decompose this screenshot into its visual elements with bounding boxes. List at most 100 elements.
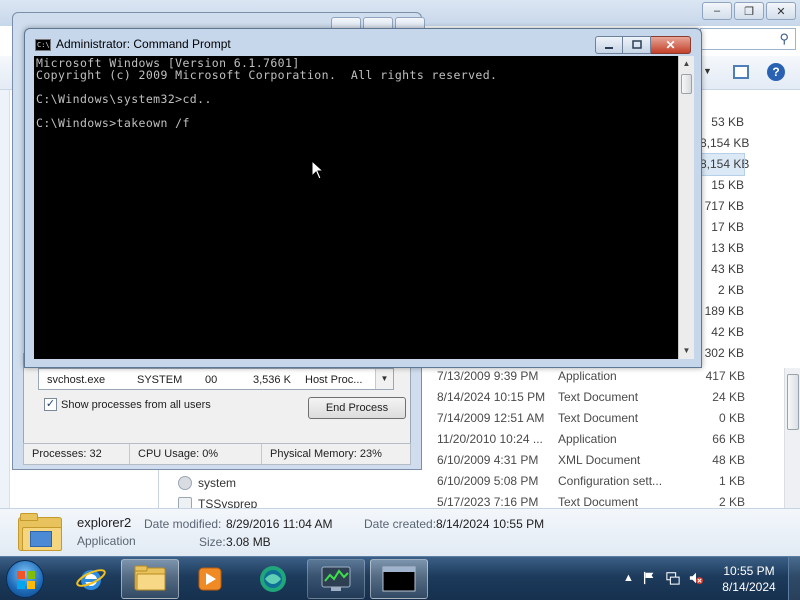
scrollbar-thumb[interactable]	[681, 74, 692, 94]
cmd-titlebar[interactable]: C:\ Administrator: Command Prompt ✕	[25, 29, 701, 57]
scroll-down-icon[interactable]: ▼	[679, 343, 694, 359]
console-scrollbar[interactable]: ▲ ▼	[678, 56, 694, 359]
start-button[interactable]	[6, 560, 44, 598]
taskbar-task-manager[interactable]	[307, 559, 365, 599]
size-cell-selected[interactable]: 8,154 KB	[699, 153, 749, 176]
taskbar-media-player[interactable]	[181, 559, 239, 599]
process-description-cell: Host Proc...	[305, 374, 363, 386]
explorer-scrollbar[interactable]	[784, 368, 800, 508]
scroll-down-icon[interactable]: ▼	[375, 369, 393, 389]
show-all-processes-checkbox[interactable]: ✓ Show processes from all users	[44, 398, 211, 411]
process-list[interactable]: svchost.exe SYSTEM 00 3,536 K Host Proc.…	[38, 368, 394, 390]
date-cell: 6/10/2009 4:31 PM	[437, 453, 539, 467]
maximize-button[interactable]	[623, 36, 651, 54]
checkbox-label: Show processes from all users	[61, 398, 211, 411]
scroll-up-icon[interactable]: ▲	[679, 56, 694, 72]
folder-icon	[18, 513, 64, 553]
minimize-icon[interactable]: –	[702, 2, 732, 20]
status-physical-memory: Physical Memory: 23%	[270, 448, 382, 460]
network-icon[interactable]	[665, 571, 681, 585]
taskbar-windows-explorer[interactable]	[121, 559, 179, 599]
taskbar-command-prompt[interactable]	[370, 559, 428, 599]
command-prompt-window: C:\ Administrator: Command Prompt ✕ Micr…	[24, 28, 702, 368]
type-cell: XML Document	[558, 453, 641, 467]
mouse-pointer-icon	[311, 160, 325, 180]
end-process-button[interactable]: End Process	[308, 397, 406, 419]
list-item[interactable]: system	[178, 472, 408, 493]
process-name-cell: svchost.exe	[47, 374, 106, 386]
size-column: 53 KB 8,154 KB 8,154 KB 15 KB 717 KB 17 …	[699, 112, 750, 364]
date-cell: 7/13/2009 9:39 PM	[437, 369, 539, 383]
date-cell: 8/14/2024 10:15 PM	[437, 390, 546, 404]
details-created-label: Date created:	[364, 517, 437, 531]
size-cell: 1 KB	[718, 474, 745, 488]
file-row[interactable]: 11/20/2010 10:24 ... Application 66 KB	[437, 429, 747, 450]
console-output[interactable]: Microsoft Windows [Version 6.1.7601] Cop…	[34, 56, 678, 359]
volume-muted-icon[interactable]	[688, 571, 704, 585]
size-cell: 42 KB	[711, 325, 744, 339]
search-input[interactable]: ⚲	[700, 28, 796, 50]
internet-explorer-icon	[76, 569, 106, 590]
minimize-button[interactable]	[595, 36, 623, 54]
console-line: C:\Windows>takeown /f	[36, 116, 190, 130]
view-options-dropdown-icon[interactable]: ▼	[703, 66, 712, 76]
taskbar-internet-explorer[interactable]	[62, 559, 120, 599]
system-clock[interactable]: 10:55 PM 8/14/2024	[712, 563, 786, 595]
maximize-icon	[631, 40, 642, 49]
scrollbar-thumb[interactable]	[787, 374, 799, 430]
size-cell: 48 KB	[712, 453, 745, 467]
preview-pane-icon[interactable]	[733, 65, 749, 79]
size-cell: 417 KB	[705, 369, 745, 383]
command-prompt-icon	[382, 566, 416, 592]
window-title: Administrator: Command Prompt	[56, 37, 231, 51]
action-center-flag-icon[interactable]	[642, 571, 656, 585]
size-cell: 302 KB	[704, 346, 744, 360]
notification-area: ▲ 10:55 PM 8/14/2024	[620, 557, 800, 600]
size-cell: 189 KB	[704, 304, 744, 318]
close-button[interactable]: ✕	[651, 36, 691, 54]
media-player-icon	[198, 567, 222, 591]
search-icon[interactable]: ⚲	[779, 31, 789, 47]
file-row[interactable]: 8/14/2024 10:15 PM Text Document 24 KB	[437, 387, 747, 408]
details-file-name: explorer2	[77, 515, 132, 530]
command-prompt-icon[interactable]: C:\	[35, 39, 51, 51]
cmd-window-buttons: ✕	[595, 36, 691, 54]
process-user-cell: SYSTEM	[137, 374, 183, 386]
taskbar-browser[interactable]	[244, 559, 302, 599]
help-icon[interactable]: ?	[767, 63, 785, 81]
status-processes: Processes: 32	[24, 444, 130, 464]
explorer-window-buttons: – ❐ ✕	[702, 2, 796, 20]
checkbox-checked-icon[interactable]: ✓	[44, 398, 57, 411]
type-cell: Configuration sett...	[558, 474, 663, 488]
console-line: Copyright (c) 2009 Microsoft Corporation…	[36, 68, 498, 82]
clock-date: 8/14/2024	[722, 580, 776, 594]
console-line: C:\Windows\system32>cd..	[36, 92, 212, 106]
process-cpu-cell: 00	[205, 374, 218, 386]
details-created-value: 8/14/2024 10:55 PM	[436, 517, 545, 531]
file-row[interactable]: 7/14/2009 12:51 AM Text Document 0 KB	[437, 408, 747, 429]
file-row[interactable]: 6/10/2009 4:31 PM XML Document 48 KB	[437, 450, 747, 471]
task-manager-icon	[321, 566, 351, 591]
list-item-label: system	[198, 475, 237, 490]
windows-logo-icon	[17, 571, 35, 589]
close-icon[interactable]: ✕	[766, 2, 796, 20]
date-cell: 7/14/2009 12:51 AM	[437, 411, 545, 425]
process-memory-cell: 3,536 K	[253, 374, 291, 386]
date-cell: 6/10/2009 5:08 PM	[437, 474, 539, 488]
status-cpu-usage: CPU Usage: 0%	[130, 444, 262, 464]
details-modified-label: Date modified:	[144, 517, 222, 531]
file-row[interactable]: 7/13/2009 9:39 PM Application 417 KB	[437, 366, 747, 387]
table-row[interactable]: svchost.exe SYSTEM 00 3,536 K Host Proc.…	[39, 371, 379, 389]
show-hidden-icons-icon[interactable]: ▲	[623, 572, 634, 586]
restore-icon[interactable]: ❐	[734, 2, 764, 20]
details-size-value: 3.08 MB	[226, 535, 271, 549]
show-desktop-button[interactable]	[788, 557, 800, 600]
taskbar: ▲ 10:55 PM 8/14/2024	[0, 556, 800, 600]
size-cell: 717 KB	[704, 199, 744, 213]
type-cell: Application	[558, 432, 617, 446]
size-cell: 53 KB	[711, 115, 744, 129]
file-row[interactable]: 6/10/2009 5:08 PM Configuration sett... …	[437, 471, 747, 492]
file-list: 7/13/2009 9:39 PM Application 417 KB 8/1…	[437, 366, 747, 513]
size-cell: 8,154 KB	[700, 136, 750, 150]
size-cell: 66 KB	[712, 432, 745, 446]
